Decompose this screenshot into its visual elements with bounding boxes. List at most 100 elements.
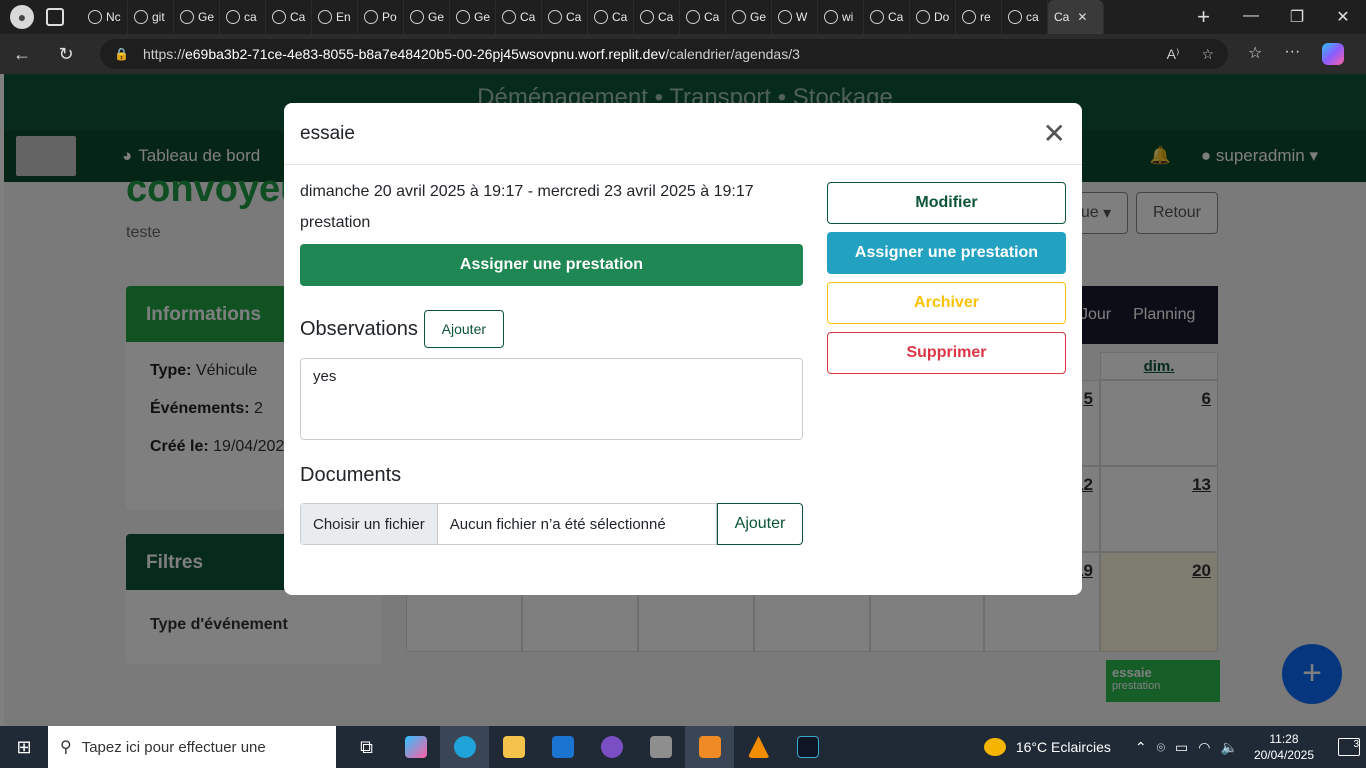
tab-label: W: [796, 10, 808, 24]
browser-tab[interactable]: Ge: [174, 0, 220, 34]
browser-tab[interactable]: Ca: [680, 0, 726, 34]
url-host: e69ba3b2-71ce-4e83-8055-b8a7e48420b5-00-…: [184, 46, 666, 62]
chevron-up-icon[interactable]: ⌃: [1135, 739, 1147, 756]
task-view-icon[interactable]: ⧉: [342, 726, 391, 768]
browser-tab[interactable]: ca: [1002, 0, 1048, 34]
modify-button[interactable]: Modifier: [827, 182, 1066, 224]
browser-tab[interactable]: git: [128, 0, 174, 34]
tab-label: Do: [934, 10, 950, 24]
tab-favicon-icon: [180, 10, 194, 24]
browser-tab[interactable]: Po: [358, 0, 404, 34]
browser-tab[interactable]: Ge: [450, 0, 496, 34]
app-orange-icon[interactable]: [685, 726, 734, 768]
tab-favicon-icon: [870, 10, 884, 24]
browser-tab[interactable]: Ge: [404, 0, 450, 34]
tab-favicon-icon: [226, 10, 240, 24]
tab-favicon-icon: [364, 10, 378, 24]
browser-tab[interactable]: Ca: [588, 0, 634, 34]
minimize-icon[interactable]: —: [1228, 7, 1274, 27]
browser-tab[interactable]: Ca: [266, 0, 312, 34]
browser-tab[interactable]: Ca: [864, 0, 910, 34]
tab-label: Ca: [704, 10, 720, 24]
new-tab-icon[interactable]: +: [1197, 4, 1210, 30]
browser-tab[interactable]: W: [772, 0, 818, 34]
favorites-icon[interactable]: ☆: [1248, 43, 1262, 65]
more-icon[interactable]: ···: [1284, 43, 1300, 65]
browser-tab[interactable]: En: [312, 0, 358, 34]
close-tab-icon[interactable]: ✕: [1077, 10, 1087, 24]
browser-tab[interactable]: re: [956, 0, 1002, 34]
network-icon[interactable]: ⌾: [1157, 739, 1165, 756]
browser-tab[interactable]: ca: [220, 0, 266, 34]
favorite-star-icon[interactable]: ☆: [1201, 46, 1214, 63]
assign-prestation-side-button[interactable]: Assigner une prestation: [827, 232, 1066, 274]
event-modal: essaie ✕ dimanche 20 avril 2025 à 19:17 …: [284, 103, 1082, 595]
tab-favicon-icon: [962, 10, 976, 24]
maximize-icon[interactable]: ❐: [1274, 7, 1320, 27]
file-status: Aucun fichier n’a été sélectionné: [449, 515, 666, 533]
copilot-app-icon[interactable]: [391, 726, 440, 768]
tab-strip: Nc git Ge ca Ca En Po Ge Ge Ca Ca Ca Ca Ca Ge Wwi Ca Do re…: [82, 0, 1179, 34]
url-field[interactable]: 🔒 https://e69ba3b2-71ce-4e83-8055-b8a7e4…: [100, 39, 1228, 69]
file-explorer-icon[interactable]: [489, 726, 538, 768]
copilot-icon[interactable]: [1322, 43, 1345, 65]
github-desktop-icon[interactable]: [587, 726, 636, 768]
edge-icon[interactable]: [440, 726, 489, 768]
tab-label: Ca: [566, 10, 582, 24]
mail-icon[interactable]: [538, 726, 587, 768]
taskbar-search-placeholder: Tapez ici pour effectuer une: [81, 738, 266, 756]
browser-tab[interactable]: Ca: [496, 0, 542, 34]
observations-header: Observations Ajouter: [300, 310, 803, 348]
event-type: prestation: [300, 214, 371, 231]
battery-icon[interactable]: ▭: [1175, 739, 1188, 756]
tab-label: Ca: [888, 10, 904, 24]
notifications-icon[interactable]: 3: [1338, 738, 1360, 756]
tab-favicon-icon: [732, 10, 746, 24]
close-window-icon[interactable]: ✕: [1320, 7, 1366, 27]
browser-tab[interactable]: Ca: [542, 0, 588, 34]
address-toolbar: ← ↻ 🔒 https://e69ba3b2-71ce-4e83-8055-b8…: [0, 34, 1366, 74]
replit-icon[interactable]: [783, 726, 832, 768]
taskbar-search[interactable]: ⚲ Tapez ici pour effectuer une: [48, 726, 336, 768]
clock-date: 20/04/2025: [1253, 748, 1314, 762]
read-aloud-icon[interactable]: A⁾: [1167, 46, 1180, 63]
recorder-icon[interactable]: [636, 726, 685, 768]
browser-tab[interactable]: Ca: [634, 0, 680, 34]
file-input[interactable]: Choisir un fichier Aucun fichier n’a été…: [300, 503, 717, 545]
browser-tab[interactable]: Do: [910, 0, 956, 34]
tab-favicon-icon: [594, 10, 608, 24]
refresh-icon[interactable]: ↻: [44, 44, 88, 65]
archive-button[interactable]: Archiver: [827, 282, 1066, 324]
weather-text[interactable]: 16°C Eclaircies: [1016, 739, 1111, 755]
tab-favicon-icon: [272, 10, 286, 24]
observations-title: Observations: [300, 317, 418, 340]
tab-favicon-icon: [778, 10, 792, 24]
back-icon[interactable]: ←: [0, 44, 44, 65]
tab-actions-icon[interactable]: [46, 8, 64, 26]
volume-icon[interactable]: 🔈: [1221, 739, 1238, 756]
tab-favicon-icon: [502, 10, 516, 24]
browser-tab[interactable]: wi: [818, 0, 864, 34]
windows-start-icon[interactable]: ⊞: [0, 737, 48, 758]
search-icon: ⚲: [60, 739, 72, 756]
browser-tab[interactable]: Nc: [82, 0, 128, 34]
wifi-icon[interactable]: ◠: [1198, 739, 1210, 756]
browser-tab[interactable]: Ge: [726, 0, 772, 34]
vlc-icon[interactable]: [734, 726, 783, 768]
notification-count: 3: [1353, 739, 1359, 750]
close-icon[interactable]: ✕: [1043, 117, 1066, 150]
delete-button[interactable]: Supprimer: [827, 332, 1066, 374]
add-document-button[interactable]: Ajouter: [717, 503, 803, 545]
lock-icon: 🔒: [114, 47, 129, 61]
choose-file-button[interactable]: Choisir un fichier: [301, 504, 438, 544]
tab-favicon-icon: [88, 10, 102, 24]
add-observation-button[interactable]: Ajouter: [423, 310, 504, 348]
tab-label: Ge: [428, 10, 445, 24]
clock[interactable]: 11:28 20/04/2025: [1254, 731, 1314, 763]
tab-label: Ge: [198, 10, 215, 24]
assign-prestation-button[interactable]: Assigner une prestation: [300, 244, 803, 286]
observations-textarea[interactable]: yes: [300, 358, 803, 440]
browser-tab-active[interactable]: Ca ✕: [1048, 0, 1104, 34]
taskbar-apps: ⧉: [342, 726, 832, 768]
profile-icon[interactable]: ●: [10, 5, 34, 29]
